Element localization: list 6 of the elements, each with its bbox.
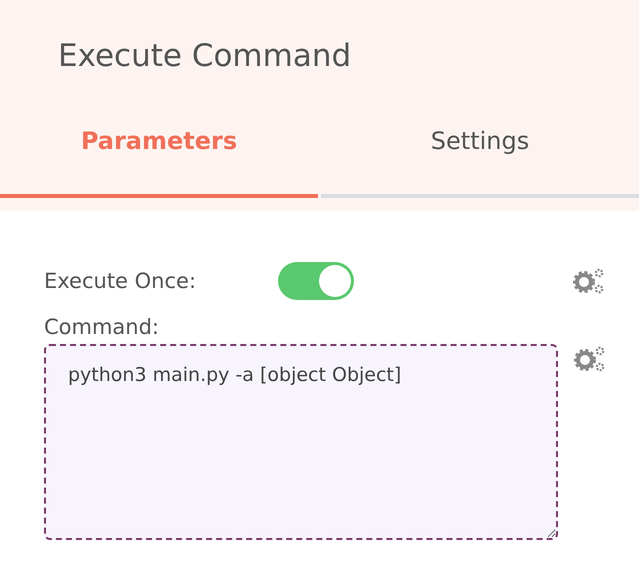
command-input[interactable]: python3 main.py -a [object Object] xyxy=(44,344,558,540)
window-title: Execute Command xyxy=(57,37,352,76)
toggle-switch[interactable] xyxy=(278,262,354,300)
tab[interactable]: Settings xyxy=(321,127,639,198)
field-label: Execute Once: xyxy=(44,269,198,293)
field-label: Command: xyxy=(44,315,160,339)
